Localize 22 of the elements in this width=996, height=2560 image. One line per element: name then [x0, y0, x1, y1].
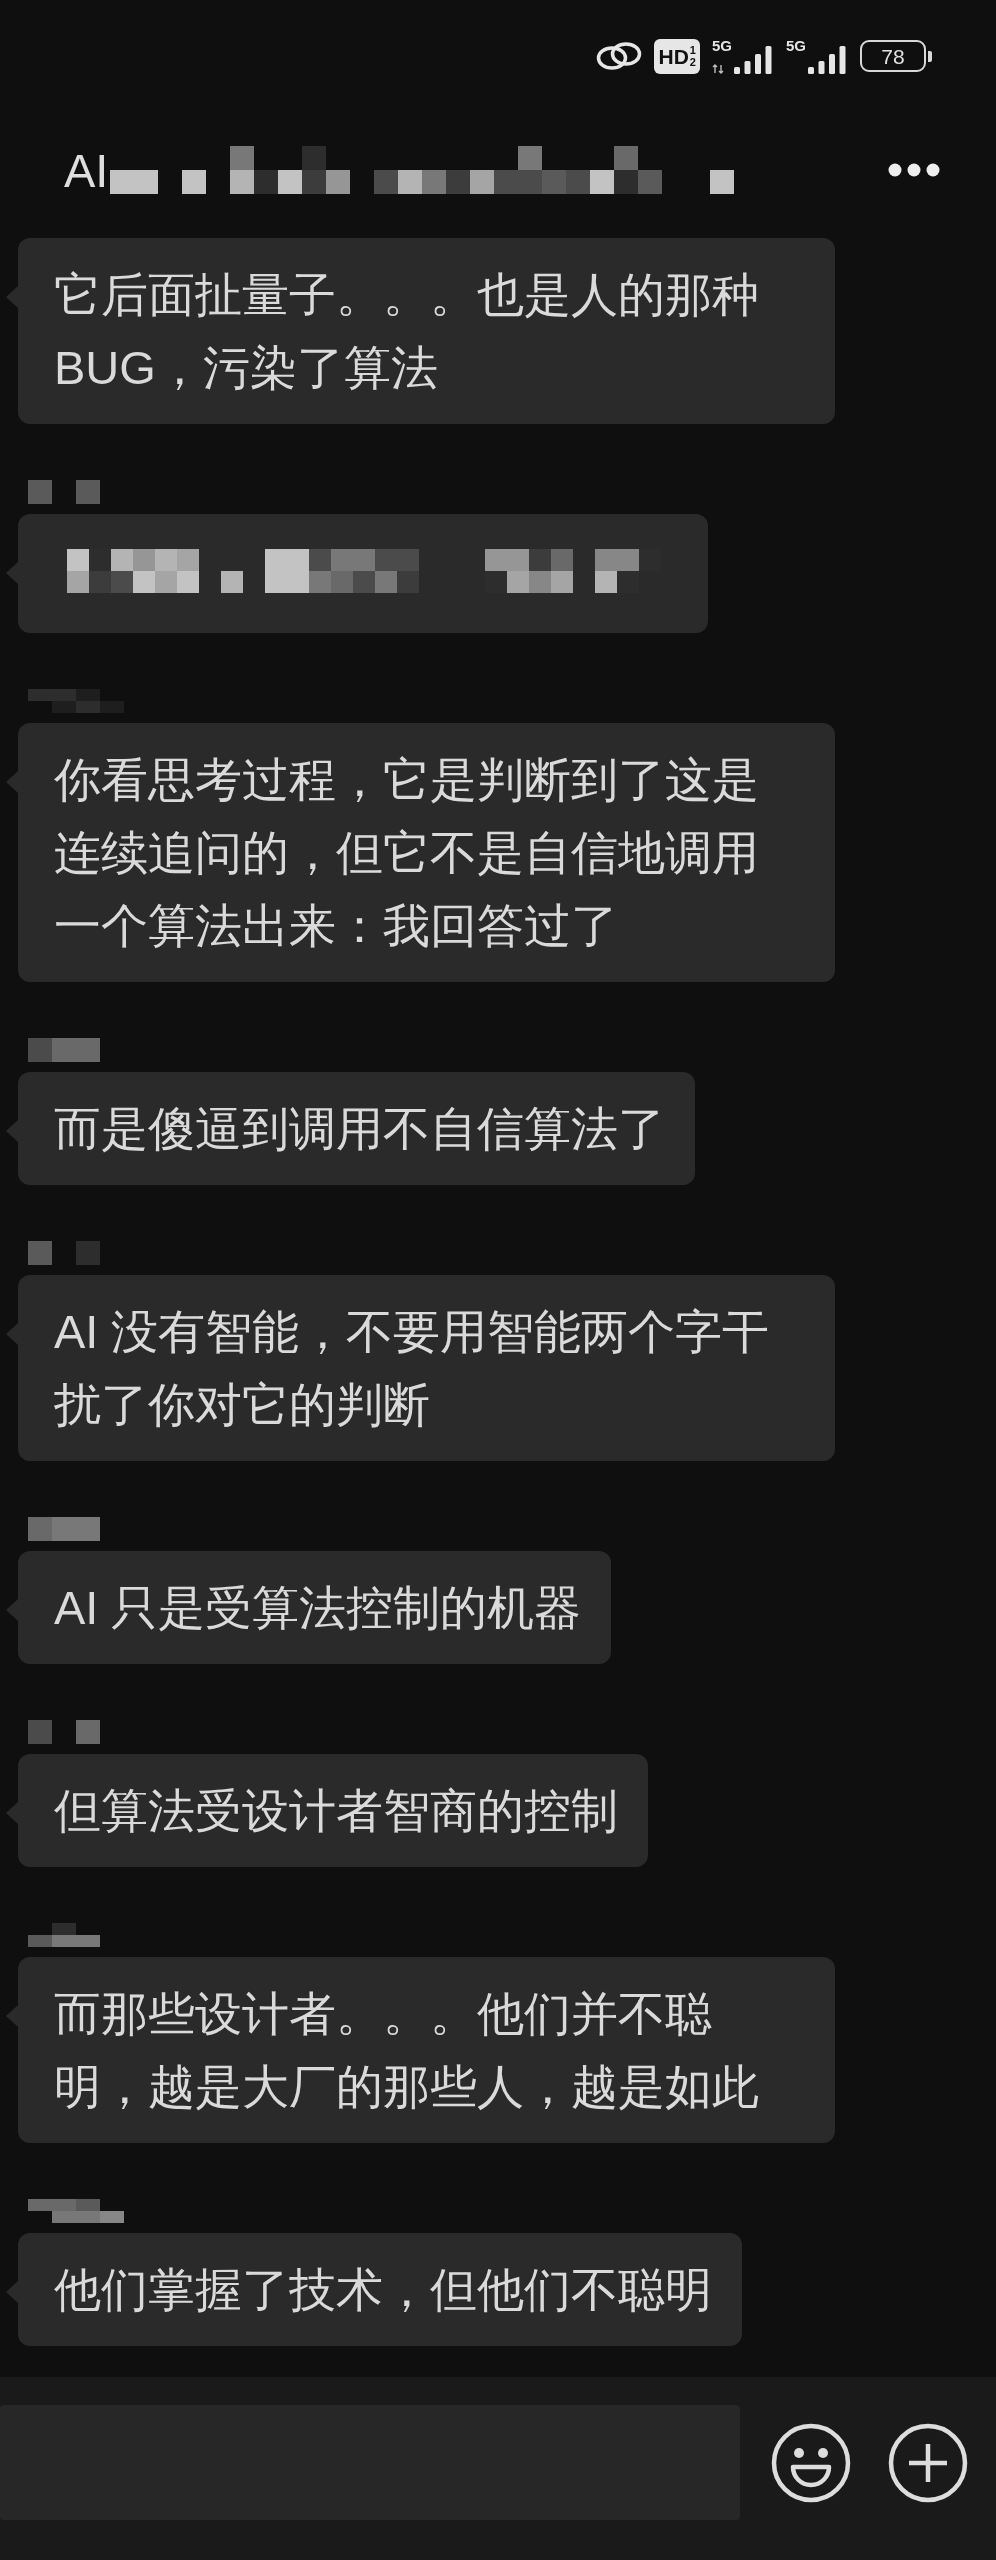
plus-icon[interactable] — [888, 2422, 968, 2503]
message-text: 他们掌握了技术，但他们不聪明 — [54, 2262, 712, 2318]
network-label: 5G — [711, 38, 732, 54]
smiley-icon[interactable] — [771, 2422, 851, 2503]
hd-label: HD — [658, 45, 689, 67]
data-arrows-icon — [711, 64, 724, 74]
message-text: AI 只是受算法控制的机器 — [54, 1580, 582, 1636]
signal-icon — [808, 46, 848, 74]
message-text: 而那些设计者。。。他们并不聪明，越是大厂的那些人，越是如此 — [54, 1986, 760, 2115]
chat-title: AI — [64, 146, 109, 194]
network-label: 5G — [786, 38, 806, 54]
message-text: 但算法受设计者智商的控制 — [54, 1783, 618, 1839]
message-text: 你看思考过程，它是判断到了这是连续追问的，但它不是自信地调用一个算法出来：我回答过了 — [54, 752, 760, 954]
more-icon[interactable] — [888, 163, 940, 177]
message-text: AI 没有智能，不要用智能两个字干扰了你对它的判断 — [54, 1304, 771, 1433]
message-text: 而是傻逼到调用不自信算法了 — [54, 1101, 665, 1157]
sim-number: 2 — [689, 56, 696, 68]
sim-number: 1 — [689, 44, 696, 56]
message-text: 它后面扯量子。。。也是人的那种BUG，污染了算法 — [54, 267, 760, 396]
battery-indicator: 78 — [860, 40, 932, 72]
signal-icon — [734, 46, 774, 74]
link-icon — [595, 41, 642, 71]
